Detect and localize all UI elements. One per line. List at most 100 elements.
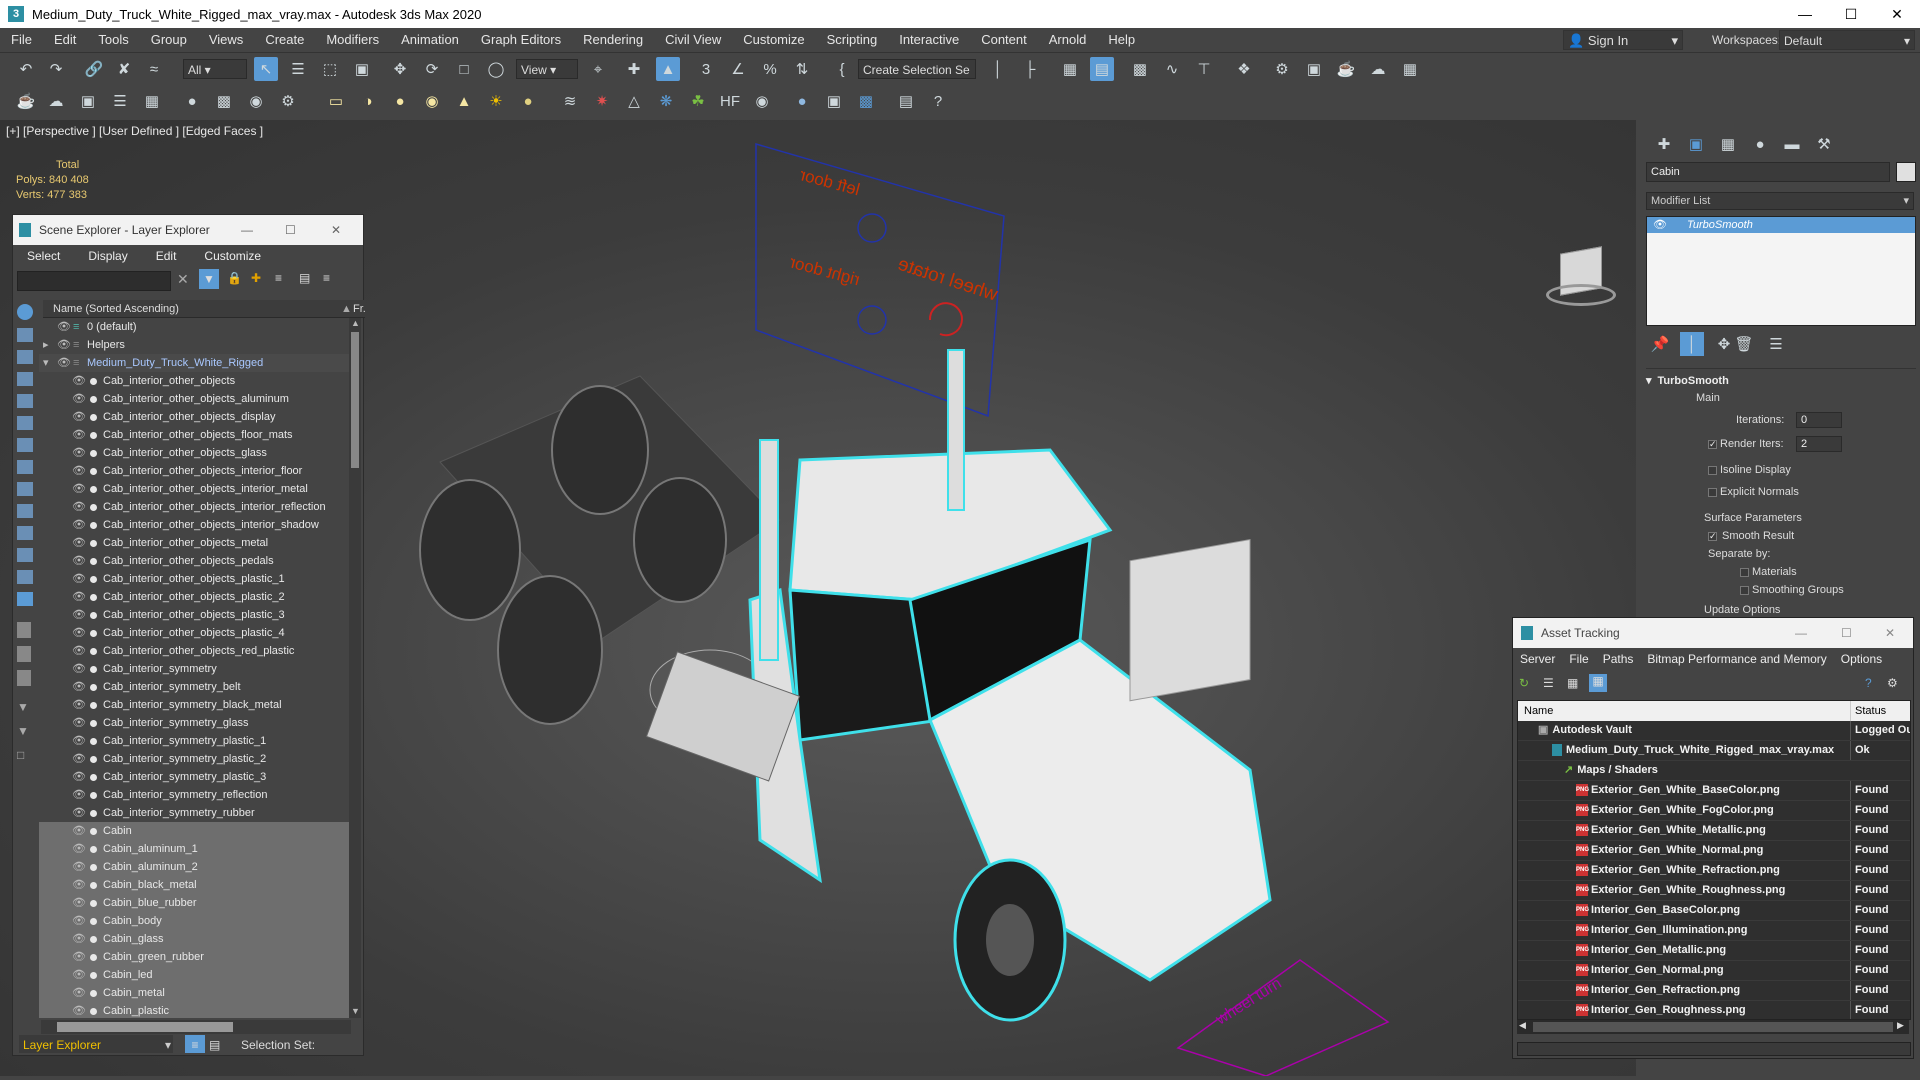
render-setup-icon[interactable]: ⚙: [1270, 57, 1294, 81]
vray-proxy-icon[interactable]: ⚙: [276, 89, 300, 113]
menu-civil-view[interactable]: Civil View: [654, 28, 732, 52]
pivot-center-icon[interactable]: ⌖: [586, 57, 610, 81]
asset-row[interactable]: PNG Interior_Gen_Metallic.png Found: [1518, 941, 1910, 961]
view-cube[interactable]: [1546, 246, 1616, 310]
window-crossing-icon[interactable]: ▣: [350, 57, 374, 81]
visibility-eye-icon[interactable]: 👁: [72, 696, 86, 714]
visibility-eye-icon[interactable]: 👁: [72, 1002, 86, 1018]
menu-animation[interactable]: Animation: [390, 28, 470, 52]
vray-physical-camera-icon[interactable]: ▩: [854, 89, 878, 113]
display-shapes-icon[interactable]: [17, 350, 33, 364]
filter-icon[interactable]: ▼: [199, 269, 219, 289]
schematic-view-icon[interactable]: ⊤: [1192, 57, 1216, 81]
environment-icon[interactable]: ☁: [44, 89, 68, 113]
asset-row[interactable]: PNG Interior_Gen_Normal.png Found: [1518, 961, 1910, 981]
asset-row[interactable]: Medium_Duty_Truck_White_Rigged_max_vray.…: [1518, 741, 1910, 761]
layer-explorer-icon[interactable]: ▤: [1090, 57, 1114, 81]
vray-sky-icon[interactable]: ●: [516, 89, 540, 113]
se-menu-display[interactable]: Display: [74, 249, 141, 263]
asset-row[interactable]: PNG Exterior_Gen_White_FogColor.png Found: [1518, 801, 1910, 821]
object-row[interactable]: 👁 Cab_interior_symmetry_reflection: [39, 786, 357, 804]
align-icon[interactable]: ├: [1018, 57, 1042, 81]
display-lights-icon[interactable]: [17, 372, 33, 386]
render-iters-checkbox[interactable]: ✓: [1708, 440, 1717, 449]
asset-tracking-close-icon[interactable]: ✕: [1885, 618, 1895, 648]
object-row[interactable]: 👁 Cab_interior_other_objects_red_plastic: [39, 642, 357, 660]
vray-sphere-light-icon[interactable]: ●: [388, 89, 412, 113]
name-col-header[interactable]: Name: [1524, 701, 1553, 721]
object-row[interactable]: 👁 Cab_interior_symmetry_rubber: [39, 804, 357, 822]
vray-frame-buffer-icon[interactable]: ▣: [76, 89, 100, 113]
object-row[interactable]: 👁 Cab_interior_symmetry_black_metal: [39, 696, 357, 714]
menu-views[interactable]: Views: [198, 28, 254, 52]
display-children-icon[interactable]: [17, 622, 31, 638]
remove-modifier-icon[interactable]: 🗑: [1732, 332, 1756, 356]
display-all-icon[interactable]: [17, 304, 33, 320]
bind-spacewarp-icon[interactable]: ≈: [142, 57, 166, 81]
menu-graph-editors[interactable]: Graph Editors: [470, 28, 572, 52]
asset-row[interactable]: PNG Exterior_Gen_White_Roughness.png Found: [1518, 881, 1910, 901]
object-row[interactable]: 👁 Cab_interior_other_objects_glass: [39, 444, 357, 462]
ribbon-icon[interactable]: ▩: [1128, 57, 1152, 81]
menu-content[interactable]: Content: [970, 28, 1038, 52]
placement-icon[interactable]: ◯: [484, 57, 508, 81]
menu-file[interactable]: File: [0, 28, 43, 52]
minimize-button[interactable]: —: [1782, 0, 1828, 28]
table-view-icon[interactable]: ▦: [1589, 674, 1607, 692]
visibility-eye-icon[interactable]: 👁: [72, 390, 86, 408]
visibility-eye-icon[interactable]: 👁: [72, 444, 86, 462]
visibility-eye-icon[interactable]: 👁: [72, 570, 86, 588]
vray-lister-icon[interactable]: ☰: [108, 89, 132, 113]
object-row[interactable]: 👁 Cab_interior_other_objects_plastic_4: [39, 624, 357, 642]
percent-snap-icon[interactable]: %: [758, 57, 782, 81]
object-row[interactable]: 👁 Cab_interior_other_objects_plastic_1: [39, 570, 357, 588]
visibility-eye-icon[interactable]: 👁: [72, 948, 86, 966]
visibility-eye-icon[interactable]: 👁: [72, 714, 86, 732]
at-menu-paths[interactable]: Paths: [1596, 652, 1641, 666]
layer-row[interactable]: ▸ 👁 ≡ Helpers: [39, 336, 357, 354]
display-geometry-icon[interactable]: [17, 328, 33, 342]
asset-row[interactable]: PNG Exterior_Gen_White_Metallic.png Found: [1518, 821, 1910, 841]
visibility-eye-icon[interactable]: 👁: [72, 624, 86, 642]
funnel-icon[interactable]: ▼: [17, 700, 29, 714]
help-icon[interactable]: ?: [926, 89, 950, 113]
menu-arnold[interactable]: Arnold: [1038, 28, 1098, 52]
object-row[interactable]: 👁 Cab_interior_symmetry_glass: [39, 714, 357, 732]
object-row[interactable]: 👁 Cab_interior_other_objects_interior_flo…: [39, 462, 357, 480]
object-row[interactable]: 👁 Cabin_metal: [39, 984, 357, 1002]
smoothing-groups-checkbox[interactable]: [1740, 586, 1749, 595]
rotate-icon[interactable]: ⟳: [420, 57, 444, 81]
display-containers-icon[interactable]: [17, 526, 33, 540]
hscroll-left-icon[interactable]: ◀: [1519, 1020, 1526, 1031]
scene-explorer-maximize-icon[interactable]: ☐: [285, 215, 296, 245]
menu-tools[interactable]: Tools: [87, 28, 139, 52]
lock-icon[interactable]: 🔒: [227, 271, 242, 285]
hscroll-right-icon[interactable]: ▶: [1897, 1020, 1904, 1031]
at-menu-file[interactable]: File: [1562, 652, 1595, 666]
asset-tracking-maximize-icon[interactable]: ☐: [1841, 618, 1852, 648]
curve-editor-icon[interactable]: ∿: [1160, 57, 1184, 81]
object-row[interactable]: 👁 Cab_interior_other_objects_display: [39, 408, 357, 426]
display-eye-icon[interactable]: [17, 592, 33, 606]
vray-sphere-icon[interactable]: ●: [790, 89, 814, 113]
scale-icon[interactable]: □: [452, 57, 476, 81]
isoline-display-checkbox[interactable]: [1708, 466, 1717, 475]
object-row[interactable]: 👁 Cab_interior_other_objects_floor_mats: [39, 426, 357, 444]
visibility-eye-icon[interactable]: 👁: [72, 804, 86, 822]
selection-filter-dropdown[interactable]: All ▾: [183, 59, 247, 79]
asset-row[interactable]: PNG Interior_Gen_BaseColor.png Found: [1518, 901, 1910, 921]
spinner-snap-icon[interactable]: ⇅: [790, 57, 814, 81]
object-row[interactable]: 👁 Cabin_black_metal: [39, 876, 357, 894]
visibility-eye-icon[interactable]: 👁: [72, 480, 86, 498]
object-name-field[interactable]: Cabin: [1646, 162, 1890, 182]
expand-toggle-icon[interactable]: ▸: [43, 336, 57, 354]
vray-mtl-icon[interactable]: ▩: [212, 89, 236, 113]
menu-create[interactable]: Create: [254, 28, 315, 52]
at-menu-bitmap[interactable]: Bitmap Performance and Memory: [1640, 652, 1833, 666]
truck-cabin[interactable]: [645, 349, 1272, 1022]
asset-table-hscrollbar[interactable]: ◀ ▶: [1517, 1020, 1909, 1034]
se-menu-customize[interactable]: Customize: [190, 249, 275, 263]
turbosmooth-rollout-header[interactable]: ▾ TurboSmooth: [1646, 374, 1916, 390]
visibility-eye-icon[interactable]: 👁: [72, 606, 86, 624]
menu-group[interactable]: Group: [140, 28, 198, 52]
